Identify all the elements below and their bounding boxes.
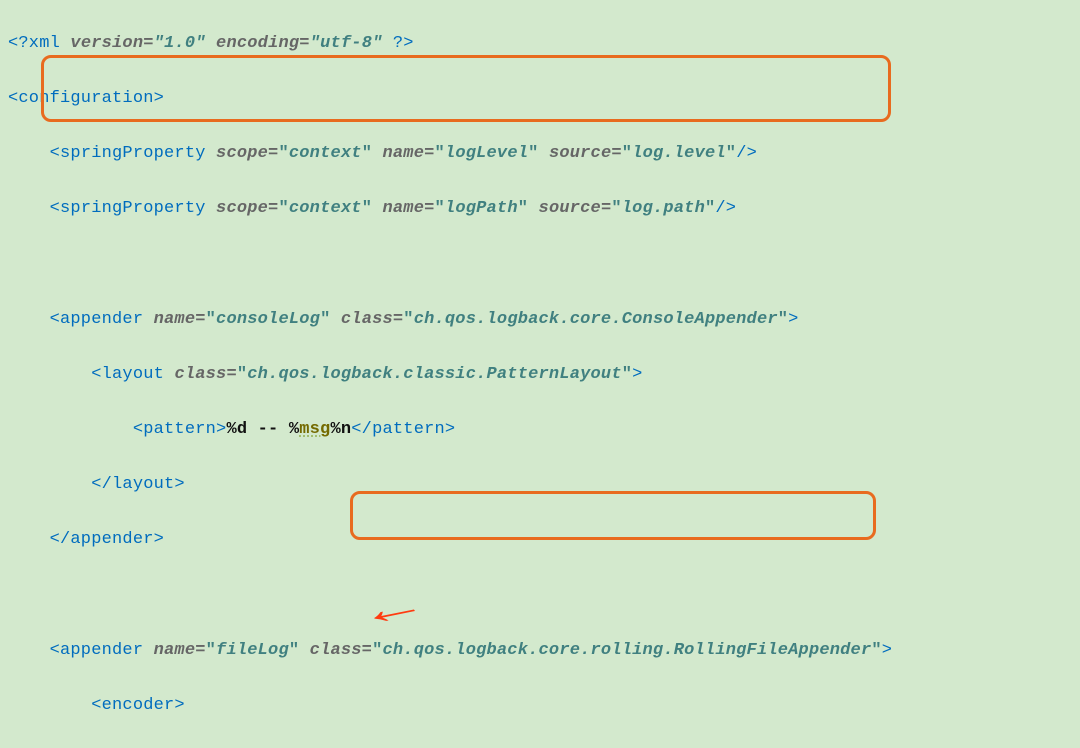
blank-line	[8, 581, 1072, 609]
code-viewer: <?xml version="1.0" encoding="utf-8" ?> …	[0, 0, 1080, 748]
code-line: <appender name="consoleLog" class="ch.qo…	[8, 306, 1072, 334]
xml-decl: <?xml	[8, 34, 70, 53]
configuration-open: <configuration>	[8, 89, 164, 108]
code-line: <layout class="ch.qos.logback.classic.Pa…	[8, 361, 1072, 389]
code-line: <pattern>%d -- %msg%n</pattern>	[8, 416, 1072, 444]
code-line: <encoder>	[8, 692, 1072, 720]
code-line: <springProperty scope="context" name="lo…	[8, 140, 1072, 168]
code-line: </appender>	[8, 526, 1072, 554]
blank-line	[8, 250, 1072, 278]
code-line: <configuration>	[8, 85, 1072, 113]
code-line: <appender name="fileLog" class="ch.qos.l…	[8, 637, 1072, 665]
code-line: </layout>	[8, 471, 1072, 499]
code-line: <springProperty scope="context" name="lo…	[8, 195, 1072, 223]
code-line: <?xml version="1.0" encoding="utf-8" ?>	[8, 30, 1072, 58]
